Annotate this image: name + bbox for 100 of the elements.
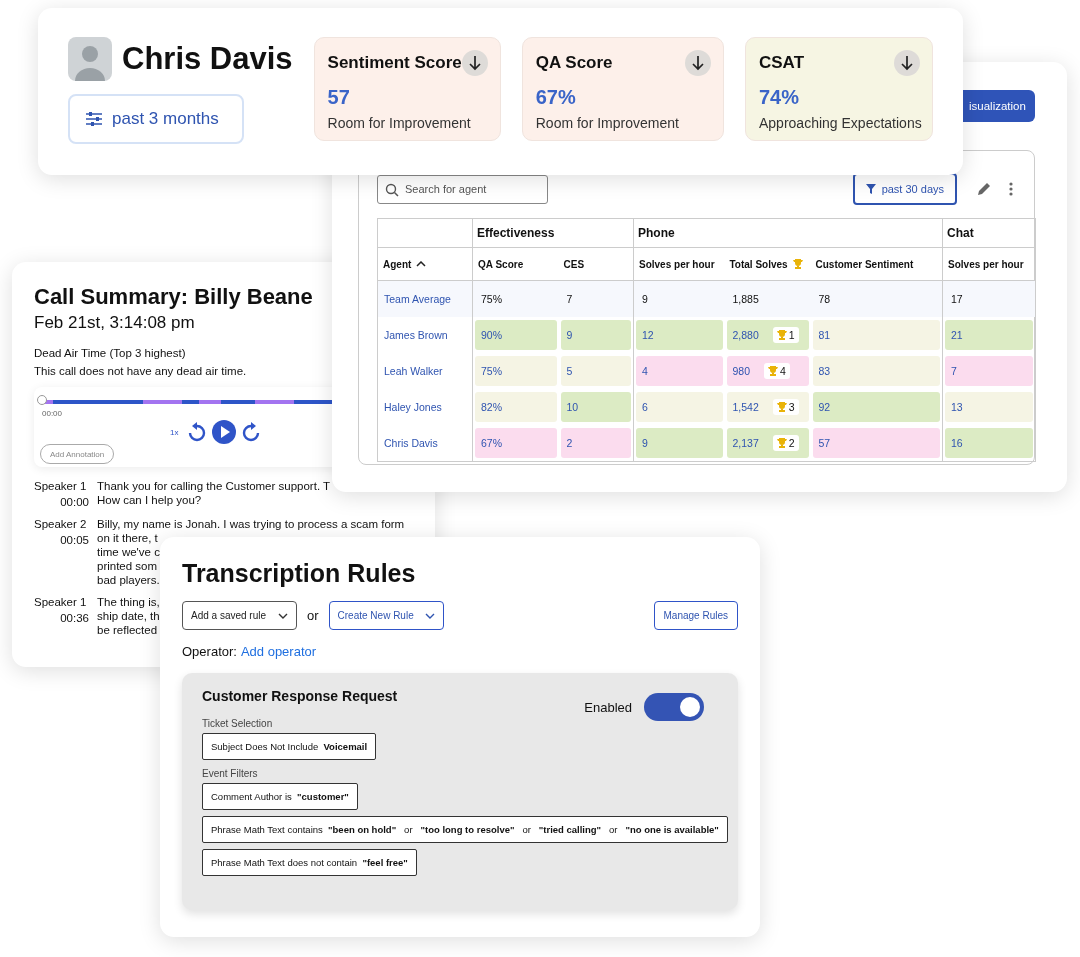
cell-value: 12 (642, 329, 654, 341)
playhead-handle[interactable] (37, 395, 47, 405)
table-cell: 1,885 (732, 293, 759, 305)
agent-link[interactable]: Chris Davis (384, 437, 438, 449)
cell-value: 92 (818, 401, 831, 413)
trophy-icon (768, 366, 779, 376)
more-icon (1009, 182, 1013, 196)
transcript-line: printed som (97, 559, 158, 573)
agent-link[interactable]: James Brown (384, 329, 448, 341)
speaker-label: Speaker 2 (34, 517, 88, 531)
score-value: 67% (535, 86, 577, 109)
transcript-line: bad players. (97, 573, 160, 587)
trophy-icon (776, 438, 787, 448)
enabled-toggle[interactable] (644, 693, 704, 721)
cell-value: 10 (566, 401, 579, 413)
table-cell: 75% (481, 293, 502, 305)
body-text: This call does not have any dead air time. (34, 365, 247, 377)
person-name: Chris Davis (122, 41, 293, 77)
table-cell: 7 (566, 293, 573, 305)
cell-value: 2,137 (732, 437, 759, 449)
avatar-icon (68, 37, 112, 81)
cell-value: 5 (566, 365, 573, 377)
caret-icon (424, 612, 435, 619)
search-field[interactable]: Search for agent (377, 174, 548, 204)
score-value: 57 (327, 86, 351, 109)
rank-number: 1 (788, 329, 795, 341)
transcript-line: The thing is, (97, 595, 160, 609)
agent-link[interactable]: Haley Jones (384, 401, 442, 413)
transcript-line: be reflected (97, 623, 158, 637)
transcript-line: Thank you for calling the Customer support. T (97, 479, 331, 493)
cell-value: 6 (642, 401, 648, 413)
table-cell: 9 (642, 293, 648, 305)
add-annotation-button[interactable]: Add Annotation (40, 444, 115, 464)
agent-link[interactable]: Team Average (384, 293, 451, 305)
add-operator-link[interactable]: Add operator (240, 644, 317, 659)
cell-value: 57 (818, 437, 831, 449)
column-header: Customer Sentiment (815, 258, 914, 270)
score-title: QA Score (535, 53, 613, 73)
create-rule-dropdown[interactable]: Create New Rule (328, 601, 444, 630)
rule-title: Customer Response Request (202, 688, 398, 704)
filter-button[interactable]: past 30 days (852, 173, 957, 205)
cell-value: 1,542 (732, 401, 759, 413)
speaker-label: Speaker 1 (34, 479, 88, 493)
trophy-icon (792, 259, 803, 269)
caret-icon (278, 612, 288, 619)
cell-value: 7 (951, 365, 957, 377)
cell-value: 90% (481, 329, 502, 341)
column-group-header: Effectiveness (477, 226, 555, 240)
play-icon (212, 420, 237, 444)
cell-value: 16 (951, 437, 963, 449)
time-label: 00:00 (42, 409, 64, 418)
score-title: CSAT (759, 53, 804, 73)
rank-number: 3 (788, 401, 795, 413)
search-icon (385, 182, 399, 197)
filter-condition: Phrase Math Text contains "been on hold" or "too long to resolve" or "tried calling" or "no one is available" (202, 816, 728, 843)
transcript-line: on it there, t (97, 531, 158, 545)
column-header: QA Score (478, 258, 524, 270)
saved-rule-dropdown[interactable]: Add a saved rule (182, 601, 297, 630)
agent-link[interactable]: Leah Walker (384, 365, 443, 377)
enabled-label: Enabled (584, 700, 632, 715)
cell-value: 75% (481, 365, 502, 377)
call-datetime: Feb 21st, 3:14:08 pm (34, 313, 195, 333)
score-title: Sentiment Score (327, 53, 462, 73)
score-caption: Room for Improvement (535, 115, 680, 131)
column-header: Total Solves (729, 258, 788, 270)
cell-value: 980 (732, 365, 751, 377)
cell-value: 81 (818, 329, 831, 341)
rank-number: 2 (788, 437, 795, 449)
column-header[interactable]: Agent (383, 258, 412, 270)
column-group-header: Phone (638, 226, 675, 240)
sliders-icon (86, 112, 102, 126)
cell-value: 4 (642, 365, 648, 377)
column-header: CES (563, 258, 585, 270)
funnel-icon (865, 184, 876, 194)
transcript-line: ship date, th (97, 609, 160, 623)
operator-label: Operator: (182, 644, 237, 659)
cell-value: 9 (566, 329, 573, 341)
table-cell: 17 (951, 293, 963, 305)
cell-value: 83 (818, 365, 831, 377)
timestamp: 00:36 (59, 611, 90, 625)
cell-value: 21 (951, 329, 963, 341)
transcript-line: Billy, my name is Jonah. I was trying to process a scam form (97, 517, 405, 531)
score-value: 74% (759, 86, 801, 109)
score-caption: Room for Improvement (327, 115, 472, 131)
section-label: Event Filters (202, 768, 259, 779)
column-header: Solves per hour (639, 258, 715, 270)
cell-value: 82% (481, 401, 502, 413)
column-group-header: Chat (947, 226, 974, 240)
cell-value: 67% (481, 437, 502, 449)
period-button[interactable]: past 3 months (68, 94, 244, 144)
filter-condition: Subject Does Not Include Voicemail (202, 733, 377, 760)
manage-rules-button[interactable]: Manage Rules (653, 601, 738, 630)
table-cell: 78 (818, 293, 831, 305)
filter-condition: Phrase Math Text does not contain "feel free" (202, 849, 417, 876)
visualization-button[interactable]: isualization (963, 90, 1035, 122)
score-caption: Approaching Expectations (759, 115, 920, 131)
arrow-down-icon (461, 50, 488, 76)
timestamp: 00:05 (59, 533, 90, 547)
speed-button[interactable]: 1x (170, 427, 179, 437)
cell-value: 2 (566, 437, 573, 449)
